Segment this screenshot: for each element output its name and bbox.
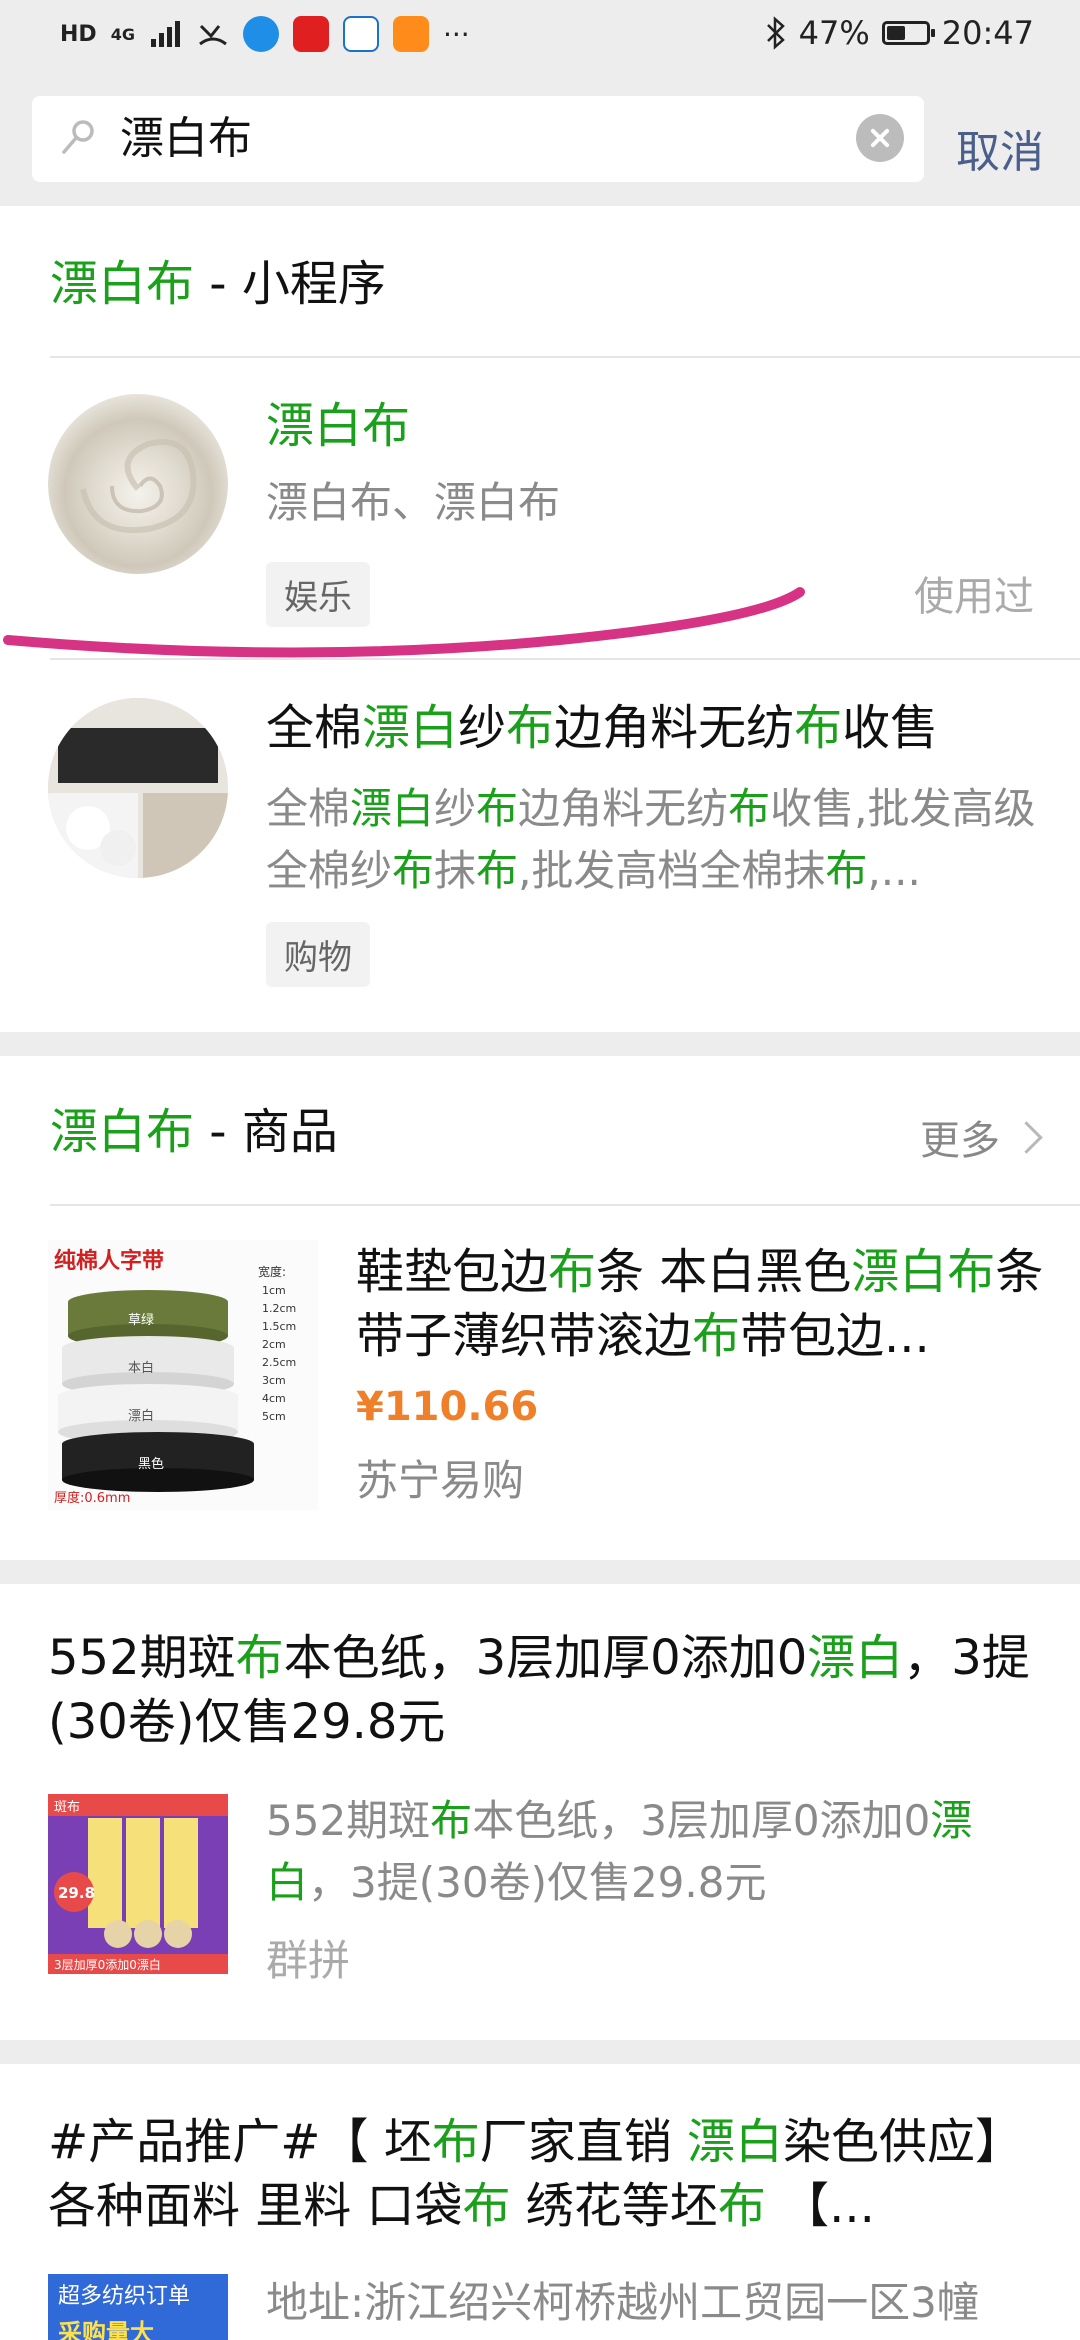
category-tag: 购物 bbox=[266, 922, 370, 987]
article-title: #产品推广#【 坯布厂家直销 漂白染色供应】各种面料 里料 口袋布 绣花等坯布 … bbox=[48, 2114, 1024, 2234]
divider bbox=[50, 1204, 1080, 1206]
thumb-color-3: 黑色 bbox=[138, 1456, 164, 1472]
article-card[interactable]: #产品推广#【 坯布厂家直销 漂白染色供应】各种面料 里料 口袋布 绣花等坯布 … bbox=[0, 2064, 1080, 2340]
more-button[interactable]: 更多 bbox=[920, 1108, 1000, 1166]
thumb-size-label: 2cm bbox=[262, 1338, 286, 1351]
chevron-right-icon[interactable] bbox=[1010, 1121, 1043, 1154]
thumb-text: 超多纺织订单 bbox=[58, 2284, 191, 2309]
thumb-brand: 斑布 bbox=[54, 1800, 80, 1815]
thumb-color-0: 草绿 bbox=[128, 1313, 154, 1328]
thumb-size-label: 3cm bbox=[262, 1374, 286, 1387]
thumb-size-label: 4cm bbox=[262, 1392, 286, 1405]
thumb-size-label: 1.2cm bbox=[262, 1302, 296, 1315]
article-thumbnail: 超多纺织订单 采购量大 bbox=[48, 2274, 228, 2340]
store-name: 苏宁易购 bbox=[356, 1456, 525, 1505]
product-thumbnail: 纯棉人字带 宽度: 1cm 1.2cm 1.5cm 2cm 2.5cm 3cm 4cm 5cm… bbox=[48, 1240, 318, 1510]
ribbon-rolls-image: 纯棉人字带 宽度: 1cm 1.2cm 1.5cm 2cm 2.5cm 3cm 4cm 5cm… bbox=[54, 1248, 296, 1506]
article-card[interactable]: 552期斑布本色纸，3层加厚0添加0漂白，3提(30卷)仅售29.8元 斑布 2… bbox=[0, 1584, 1080, 2040]
section-title-products: 漂白布 - 商品 bbox=[50, 1104, 338, 1160]
thumb-color-1: 本白 bbox=[128, 1360, 154, 1376]
thumb-color-2: 漂白 bbox=[128, 1408, 154, 1424]
thumb-size-label: 2.5cm bbox=[262, 1356, 296, 1369]
thumb-size-label: 5cm bbox=[262, 1410, 286, 1423]
thumb-caption: 3层加厚0添加0漂白 bbox=[54, 1957, 161, 1972]
thumb-price: 29.8 bbox=[58, 1884, 95, 1902]
pink-annotation-stroke bbox=[3, 587, 805, 658]
tissue-pack-image: 斑布 29.8 3层加厚0添加0漂白 bbox=[48, 1794, 228, 1974]
product-title: 鞋垫包边布条 本白黑色漂白布条带子薄织带滚边布带包边... bbox=[356, 1244, 1044, 1364]
article-thumbnail: 斑布 29.8 3层加厚0添加0漂白 bbox=[48, 1794, 228, 1974]
thumb-width-label: 宽度: bbox=[258, 1264, 286, 1279]
article-desc: 552期斑布本色纸，3层加厚0添加0漂白，3提(30卷)仅售29.8元 bbox=[266, 1796, 973, 1907]
thumb-size-label: 1cm bbox=[262, 1284, 286, 1297]
item-title: 全棉漂白纱布边角料无纺布收售 bbox=[266, 700, 939, 756]
products-section: 漂白布 - 商品 更多 纯棉人字带 宽度: 1cm 1.2cm 1.5cm 2cm 2.… bbox=[0, 1056, 1080, 1560]
item-desc: 全棉漂白纱布边角料无纺布收售,批发高级全棉纱布抹布,批发高档全棉抹布,... bbox=[266, 784, 1036, 895]
article-desc: 地址:浙江绍兴柯桥越州工贸园一区3幢 bbox=[266, 2278, 979, 2327]
thumb-text2: 采购量大 bbox=[58, 2319, 154, 2340]
article-title: 552期斑布本色纸，3层加厚0添加0漂白，3提(30卷)仅售29.8元 bbox=[48, 1630, 1030, 1750]
avatar bbox=[48, 698, 228, 878]
thumb-thickness: 厚度:0.6mm bbox=[54, 1490, 130, 1506]
article-source: 群拼 bbox=[266, 1936, 351, 1985]
product-price: ¥110.66 bbox=[356, 1384, 539, 1430]
thumb-size-label: 1.5cm bbox=[262, 1320, 296, 1333]
thumb-label: 纯棉人字带 bbox=[54, 1248, 164, 1274]
fabric-scraps-image bbox=[48, 698, 228, 878]
